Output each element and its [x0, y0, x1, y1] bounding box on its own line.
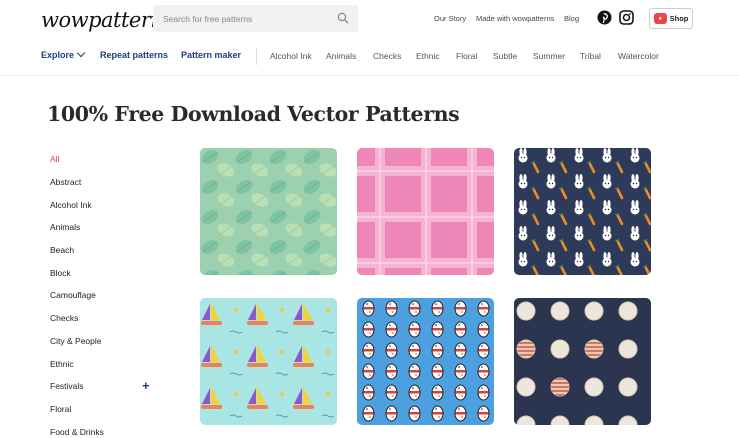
pattern-tile-leaves[interactable] [200, 148, 337, 275]
pattern-tile-easter-eggs[interactable] [357, 298, 494, 425]
nav-category-alcohol-ink[interactable]: Alcohol Ink [270, 51, 312, 61]
shop-label: Shop [669, 14, 689, 23]
sailboat-pattern-image [200, 298, 337, 425]
sidebar-item-abstract[interactable]: Abstract [50, 177, 81, 187]
search-input[interactable] [153, 5, 333, 32]
pattern-tile-pink-checks[interactable] [357, 148, 494, 275]
sidebar-item-block[interactable]: Block [50, 268, 71, 278]
instagram-icon[interactable] [619, 10, 634, 25]
header: wowpatterns Our Story Made with wowpatte… [0, 0, 739, 76]
pattern-tile-sailboats[interactable] [200, 298, 337, 425]
bunny-pattern-image [514, 148, 651, 275]
pattern-tile-circles[interactable] [514, 298, 651, 425]
pinterest-icon[interactable] [597, 10, 612, 25]
made-with-link[interactable]: Made with wowpatterns [476, 14, 554, 23]
nav-category-ethnic[interactable]: Ethnic [416, 51, 440, 61]
sidebar-item-alcohol-ink[interactable]: Alcohol Ink [50, 200, 92, 210]
search-box[interactable] [153, 5, 358, 32]
pattern-maker-link[interactable]: Pattern maker [181, 50, 241, 60]
nav-category-watercolor[interactable]: Watercolor [618, 51, 659, 61]
nav-category-checks[interactable]: Checks [373, 51, 401, 61]
explore-label: Explore [41, 50, 75, 60]
sidebar-item-camouflage[interactable]: Camouflage [50, 290, 96, 300]
easter-egg-pattern-image [357, 298, 494, 425]
sidebar-item-animals[interactable]: Animals [50, 222, 80, 232]
leaf-pattern-image [200, 148, 337, 275]
shop-icon: ● [653, 13, 667, 24]
nav-category-animals[interactable]: Animals [326, 51, 356, 61]
nav-divider [256, 48, 257, 65]
sidebar-item-festivals[interactable]: Festivals [50, 381, 84, 391]
circle-pattern-image [514, 298, 651, 425]
nav-category-subtle[interactable]: Subtle [493, 51, 517, 61]
shop-button[interactable]: ● Shop [649, 8, 693, 29]
pattern-tile-bunnies[interactable] [514, 148, 651, 275]
nav-category-floral[interactable]: Floral [456, 51, 477, 61]
sidebar-item-ethnic[interactable]: Ethnic [50, 359, 74, 369]
sidebar-item-food-drinks[interactable]: Food & Drinks [50, 427, 104, 437]
page-title: 100% Free Download Vector Patterns [47, 102, 460, 126]
blog-link[interactable]: Blog [564, 14, 579, 23]
search-icon[interactable] [337, 12, 349, 24]
chevron-down-icon [76, 48, 86, 58]
nav-category-summer[interactable]: Summer [533, 51, 565, 61]
sidebar-item-floral[interactable]: Floral [50, 404, 71, 414]
explore-menu[interactable]: Explore [41, 48, 86, 60]
pink-plaid-image [357, 148, 494, 275]
our-story-link[interactable]: Our Story [434, 14, 466, 23]
plus-icon[interactable]: + [142, 379, 150, 392]
repeat-patterns-link[interactable]: Repeat patterns [100, 50, 168, 60]
sidebar-item-city-people[interactable]: City & People [50, 336, 102, 346]
sidebar-item-all[interactable]: All [50, 154, 59, 164]
nav-category-tribal[interactable]: Tribal [580, 51, 601, 61]
sidebar-item-checks[interactable]: Checks [50, 313, 78, 323]
sidebar-item-beach[interactable]: Beach [50, 245, 74, 255]
